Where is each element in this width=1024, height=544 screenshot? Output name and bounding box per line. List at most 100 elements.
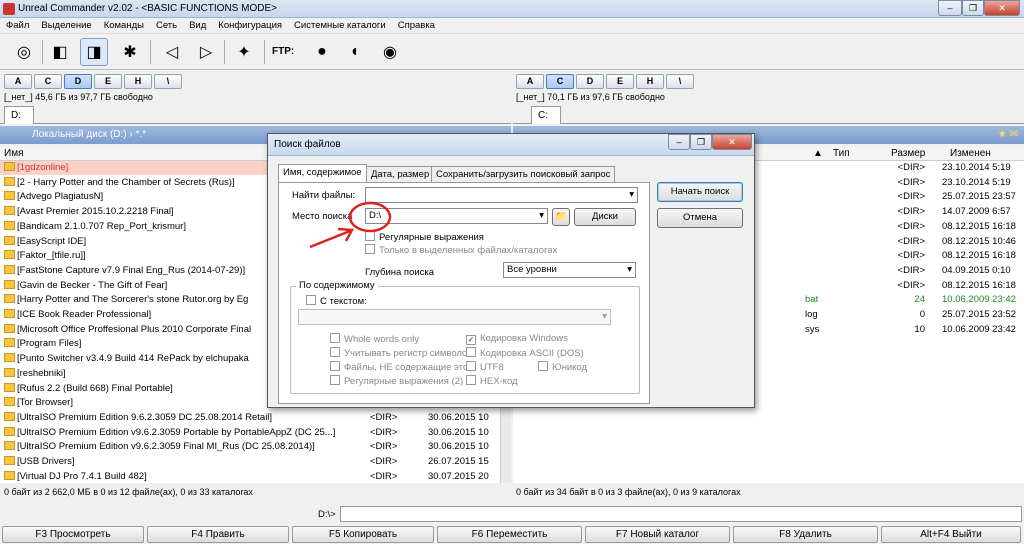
tab-save-load[interactable]: Сохранить/загрузить поисковый запрос bbox=[431, 166, 616, 182]
drive-root-button[interactable]: \ bbox=[666, 74, 694, 89]
drive-a-button[interactable]: A bbox=[4, 74, 32, 89]
browse-folder-icon[interactable]: 📁 bbox=[552, 208, 570, 226]
hex-checkbox[interactable]: HEX-код bbox=[466, 375, 518, 387]
right-status: 0 байт из 34 байт в 0 из 3 файле(ах), 0 … bbox=[516, 487, 741, 497]
ftp-connect-icon[interactable]: ● bbox=[308, 38, 336, 66]
f6-move-button[interactable]: F6 Переместить bbox=[437, 526, 582, 543]
f7-newfolder-button[interactable]: F7 Новый каталог bbox=[585, 526, 730, 543]
menu-bar: Файл Выделение Команды Сеть Вид Конфигурация С… bbox=[0, 18, 1024, 34]
f8-delete-button[interactable]: F8 Удалить bbox=[733, 526, 878, 543]
file-size: <DIR> bbox=[897, 264, 925, 276]
left-tab-bar: D: bbox=[0, 106, 511, 124]
file-date: 08.12.2015 16:18 bbox=[942, 220, 1016, 232]
dialog-maximize-button[interactable]: ❐ bbox=[690, 134, 712, 150]
col-date[interactable]: Изменен bbox=[950, 148, 991, 159]
drive-h-button[interactable]: H bbox=[636, 74, 664, 89]
col-size[interactable]: Размер bbox=[891, 148, 925, 159]
ftp-disconnect-icon[interactable]: ◐ bbox=[342, 38, 370, 66]
drive-d-button[interactable]: D bbox=[576, 74, 604, 89]
file-name: [Faktor_[tfile.ru]] bbox=[17, 250, 86, 262]
maximize-button[interactable]: ❐ bbox=[962, 0, 984, 16]
drive-e-button[interactable]: E bbox=[606, 74, 634, 89]
with-text-input[interactable]: ▾ bbox=[298, 309, 611, 325]
altf4-exit-button[interactable]: Alt+F4 Выйти bbox=[881, 526, 1021, 543]
menu-select[interactable]: Выделение bbox=[35, 18, 97, 33]
ftp-new-icon[interactable]: ◉ bbox=[376, 38, 404, 66]
f4-edit-button[interactable]: F4 Править bbox=[147, 526, 289, 543]
with-text-checkbox[interactable]: С текстом: bbox=[306, 295, 367, 307]
function-key-bar: F3 Просмотреть F4 Править F5 Копировать … bbox=[0, 525, 1024, 544]
pack-icon[interactable]: ✦ bbox=[230, 38, 258, 66]
left-panel-icon[interactable]: ◧ bbox=[46, 38, 74, 66]
depth-select[interactable]: Все уровни ▾ bbox=[503, 262, 636, 278]
col-name[interactable]: Имя bbox=[4, 148, 23, 159]
dialog-minimize-button[interactable]: – bbox=[668, 134, 690, 150]
tab-d[interactable]: D: bbox=[4, 106, 34, 124]
folder-icon bbox=[4, 411, 15, 421]
file-name: [Harry Potter and The Sorcerer's stone R… bbox=[17, 294, 249, 306]
table-row[interactable]: [Virtual DJ Pro 7.4.1 Build 482] <DIR> 30.… bbox=[0, 470, 500, 483]
menu-view[interactable]: Вид bbox=[183, 18, 212, 33]
whole-words-checkbox[interactable]: Whole words only bbox=[330, 333, 419, 345]
tab-name-content[interactable]: Имя, содержимое bbox=[278, 164, 367, 183]
folder-icon bbox=[4, 323, 15, 333]
dialog-close-button[interactable]: ✕ bbox=[712, 134, 752, 150]
menu-file[interactable]: Файл bbox=[0, 18, 35, 33]
cancel-button[interactable]: Отмена bbox=[657, 208, 743, 228]
app-icon bbox=[3, 3, 15, 15]
table-row[interactable]: [UltraISO Premium Edition 9.6.2.3059 DC … bbox=[0, 411, 500, 425]
file-size: <DIR> bbox=[897, 220, 925, 232]
close-button[interactable]: ✕ bbox=[984, 0, 1020, 16]
toolbar: ◎ ◧ ◨ ✱ ◁ ▷ ✦ FTP: ● ◐ ◉ bbox=[0, 34, 1024, 70]
windows-encoding-checkbox[interactable]: ✓ Кодировка Windows bbox=[466, 333, 568, 345]
file-date: 30.06.2015 10 bbox=[428, 411, 489, 423]
left-drive-bar: A C D E H \ bbox=[4, 74, 184, 90]
drive-root-button[interactable]: \ bbox=[154, 74, 182, 89]
regex2-checkbox[interactable]: Регулярные выражения (2) bbox=[330, 375, 463, 387]
sort-icon[interactable]: ▲ bbox=[813, 148, 823, 159]
folder-icon bbox=[4, 206, 15, 216]
unicode-checkbox[interactable]: Юникод bbox=[538, 361, 587, 373]
eye-right-icon[interactable]: ▷ bbox=[192, 38, 220, 66]
tab-c[interactable]: C: bbox=[531, 106, 561, 124]
star-icon[interactable]: ★ ✉ bbox=[998, 129, 1018, 140]
file-name: [Program Files] bbox=[17, 338, 82, 350]
file-size: <DIR> bbox=[897, 162, 925, 173]
utf8-checkbox[interactable]: UTF8 bbox=[466, 361, 504, 373]
menu-config[interactable]: Конфигурация bbox=[212, 18, 288, 33]
refresh-icon[interactable]: ◎ bbox=[10, 38, 38, 66]
menu-commands[interactable]: Команды bbox=[98, 18, 150, 33]
disks-button[interactable]: Диски bbox=[574, 208, 636, 226]
file-size: <DIR> bbox=[370, 470, 398, 482]
right-panel-icon[interactable]: ◨ bbox=[80, 38, 108, 66]
table-row[interactable]: [UltraISO Premium Edition v9.6.2.3059 Fi… bbox=[0, 440, 500, 454]
table-row[interactable]: [USB Drivers] <DIR> 26.07.2015 15 bbox=[0, 455, 500, 469]
drive-h-button[interactable]: H bbox=[124, 74, 152, 89]
dos-encoding-checkbox[interactable]: Кодировка ASCII (DOS) bbox=[466, 347, 584, 359]
eye-left-icon[interactable]: ◁ bbox=[158, 38, 186, 66]
file-name: [1gdzonline] bbox=[17, 162, 69, 173]
match-case-checkbox[interactable]: Учитывать регистр символов bbox=[330, 347, 472, 359]
f5-copy-button[interactable]: F5 Копировать bbox=[292, 526, 434, 543]
menu-help[interactable]: Справка bbox=[392, 18, 441, 33]
drive-d-button[interactable]: D bbox=[64, 74, 92, 89]
drive-c-button[interactable]: C bbox=[546, 74, 574, 89]
file-name: [reshebniki] bbox=[17, 367, 66, 379]
cmd-input[interactable] bbox=[340, 506, 1022, 522]
drive-c-button[interactable]: C bbox=[34, 74, 62, 89]
select-mask-icon[interactable]: ✱ bbox=[116, 38, 144, 66]
table-row[interactable]: [UltraISO Premium Edition v9.6.2.3059 Po… bbox=[0, 426, 500, 440]
menu-system-folders[interactable]: Системные каталоги bbox=[288, 18, 392, 33]
file-date: 23.10.2014 5:19 bbox=[942, 176, 1011, 188]
col-type[interactable]: Тип bbox=[833, 148, 850, 159]
start-search-button[interactable]: Начать поиск bbox=[657, 182, 743, 202]
minimize-button[interactable]: – bbox=[938, 0, 962, 16]
f3-view-button[interactable]: F3 Просмотреть bbox=[2, 526, 144, 543]
find-files-input[interactable]: ▾ bbox=[365, 187, 638, 203]
drive-a-button[interactable]: A bbox=[516, 74, 544, 89]
file-name: [EasyScript IDE] bbox=[17, 235, 87, 247]
not-containing-checkbox[interactable]: Файлы, НЕ содержащие этот bbox=[330, 361, 472, 373]
drive-e-button[interactable]: E bbox=[94, 74, 122, 89]
menu-network[interactable]: Сеть bbox=[150, 18, 183, 33]
tab-date-size[interactable]: Дата, размер bbox=[366, 166, 435, 182]
